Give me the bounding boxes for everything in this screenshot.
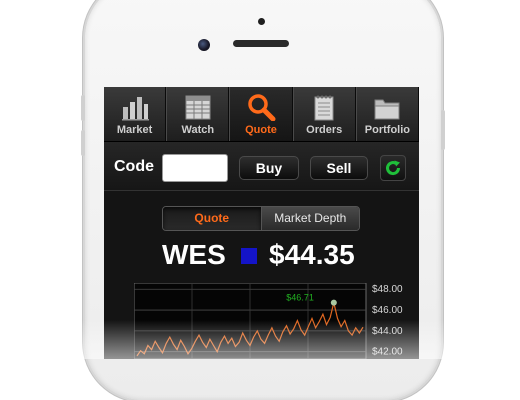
y-tick-label: $44.00 xyxy=(372,326,403,337)
last-price: $44.35 xyxy=(269,239,355,270)
proximity-sensor xyxy=(258,18,265,25)
grid-table-icon xyxy=(185,95,211,120)
code-label: Code xyxy=(114,158,154,175)
stock-symbol: WES xyxy=(162,239,226,270)
tab-portfolio[interactable]: Portfolio xyxy=(355,87,419,141)
refresh-button[interactable] xyxy=(380,155,406,181)
chart-y-axis: $48.00 $46.00 $44.00 $42.00 xyxy=(372,284,403,357)
volume-down-button xyxy=(81,130,85,156)
front-camera xyxy=(198,39,210,51)
series-color-swatch xyxy=(241,248,257,264)
tab-label: Quote xyxy=(245,124,277,136)
magnifier-icon xyxy=(248,94,276,121)
earpiece-speaker xyxy=(233,40,289,47)
high-point-marker xyxy=(330,299,337,306)
notepad-icon xyxy=(314,95,334,121)
segment-market-depth[interactable]: Market Depth xyxy=(260,207,359,230)
volume-up-button xyxy=(81,95,85,121)
power-button xyxy=(441,110,445,150)
tab-watch[interactable]: Watch xyxy=(166,87,230,141)
buy-button[interactable]: Buy xyxy=(239,156,299,180)
y-tick-label: $46.00 xyxy=(372,305,403,316)
code-input[interactable] xyxy=(162,154,228,182)
y-tick-label: $48.00 xyxy=(372,284,403,295)
tab-orders[interactable]: Orders xyxy=(292,87,356,141)
tab-bar: Market Watch Quote Orders Portfolio xyxy=(104,87,419,142)
tab-label: Watch xyxy=(181,124,215,136)
sell-button[interactable]: Sell xyxy=(310,156,368,180)
code-toolbar: Code Buy Sell xyxy=(104,142,419,191)
bar-chart-icon xyxy=(121,97,149,121)
tab-market[interactable]: Market xyxy=(104,87,167,141)
segment-quote[interactable]: Quote xyxy=(163,207,261,230)
refresh-icon xyxy=(386,160,401,176)
y-tick-label: $42.00 xyxy=(372,347,403,358)
quote-header: WES $44.35 xyxy=(104,237,419,277)
tab-quote[interactable]: Quote xyxy=(229,87,293,141)
app-screen: Market Watch Quote Orders Portfolio Code… xyxy=(104,87,419,359)
folder-icon xyxy=(374,99,400,120)
view-segmented-control: Quote Market Depth xyxy=(162,206,360,231)
tab-label: Orders xyxy=(306,124,343,136)
high-price-label: $46.71 xyxy=(286,293,314,303)
tab-label: Portfolio xyxy=(364,124,411,136)
price-chart: $48.00 $46.00 $44.00 $42.00 $46.71 xyxy=(134,283,403,359)
tab-label: Market xyxy=(116,124,153,136)
